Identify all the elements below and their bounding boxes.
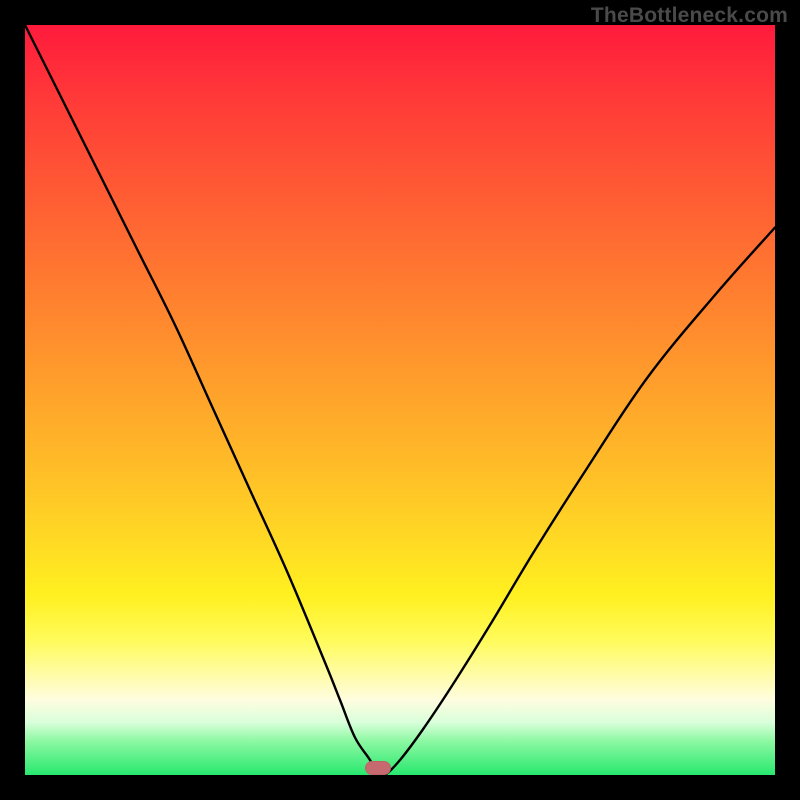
chart-frame: TheBottleneck.com [0,0,800,800]
plot-area [25,25,775,775]
optimal-marker [365,761,391,775]
watermark-label: TheBottleneck.com [591,4,788,28]
bottleneck-curve [25,25,775,775]
